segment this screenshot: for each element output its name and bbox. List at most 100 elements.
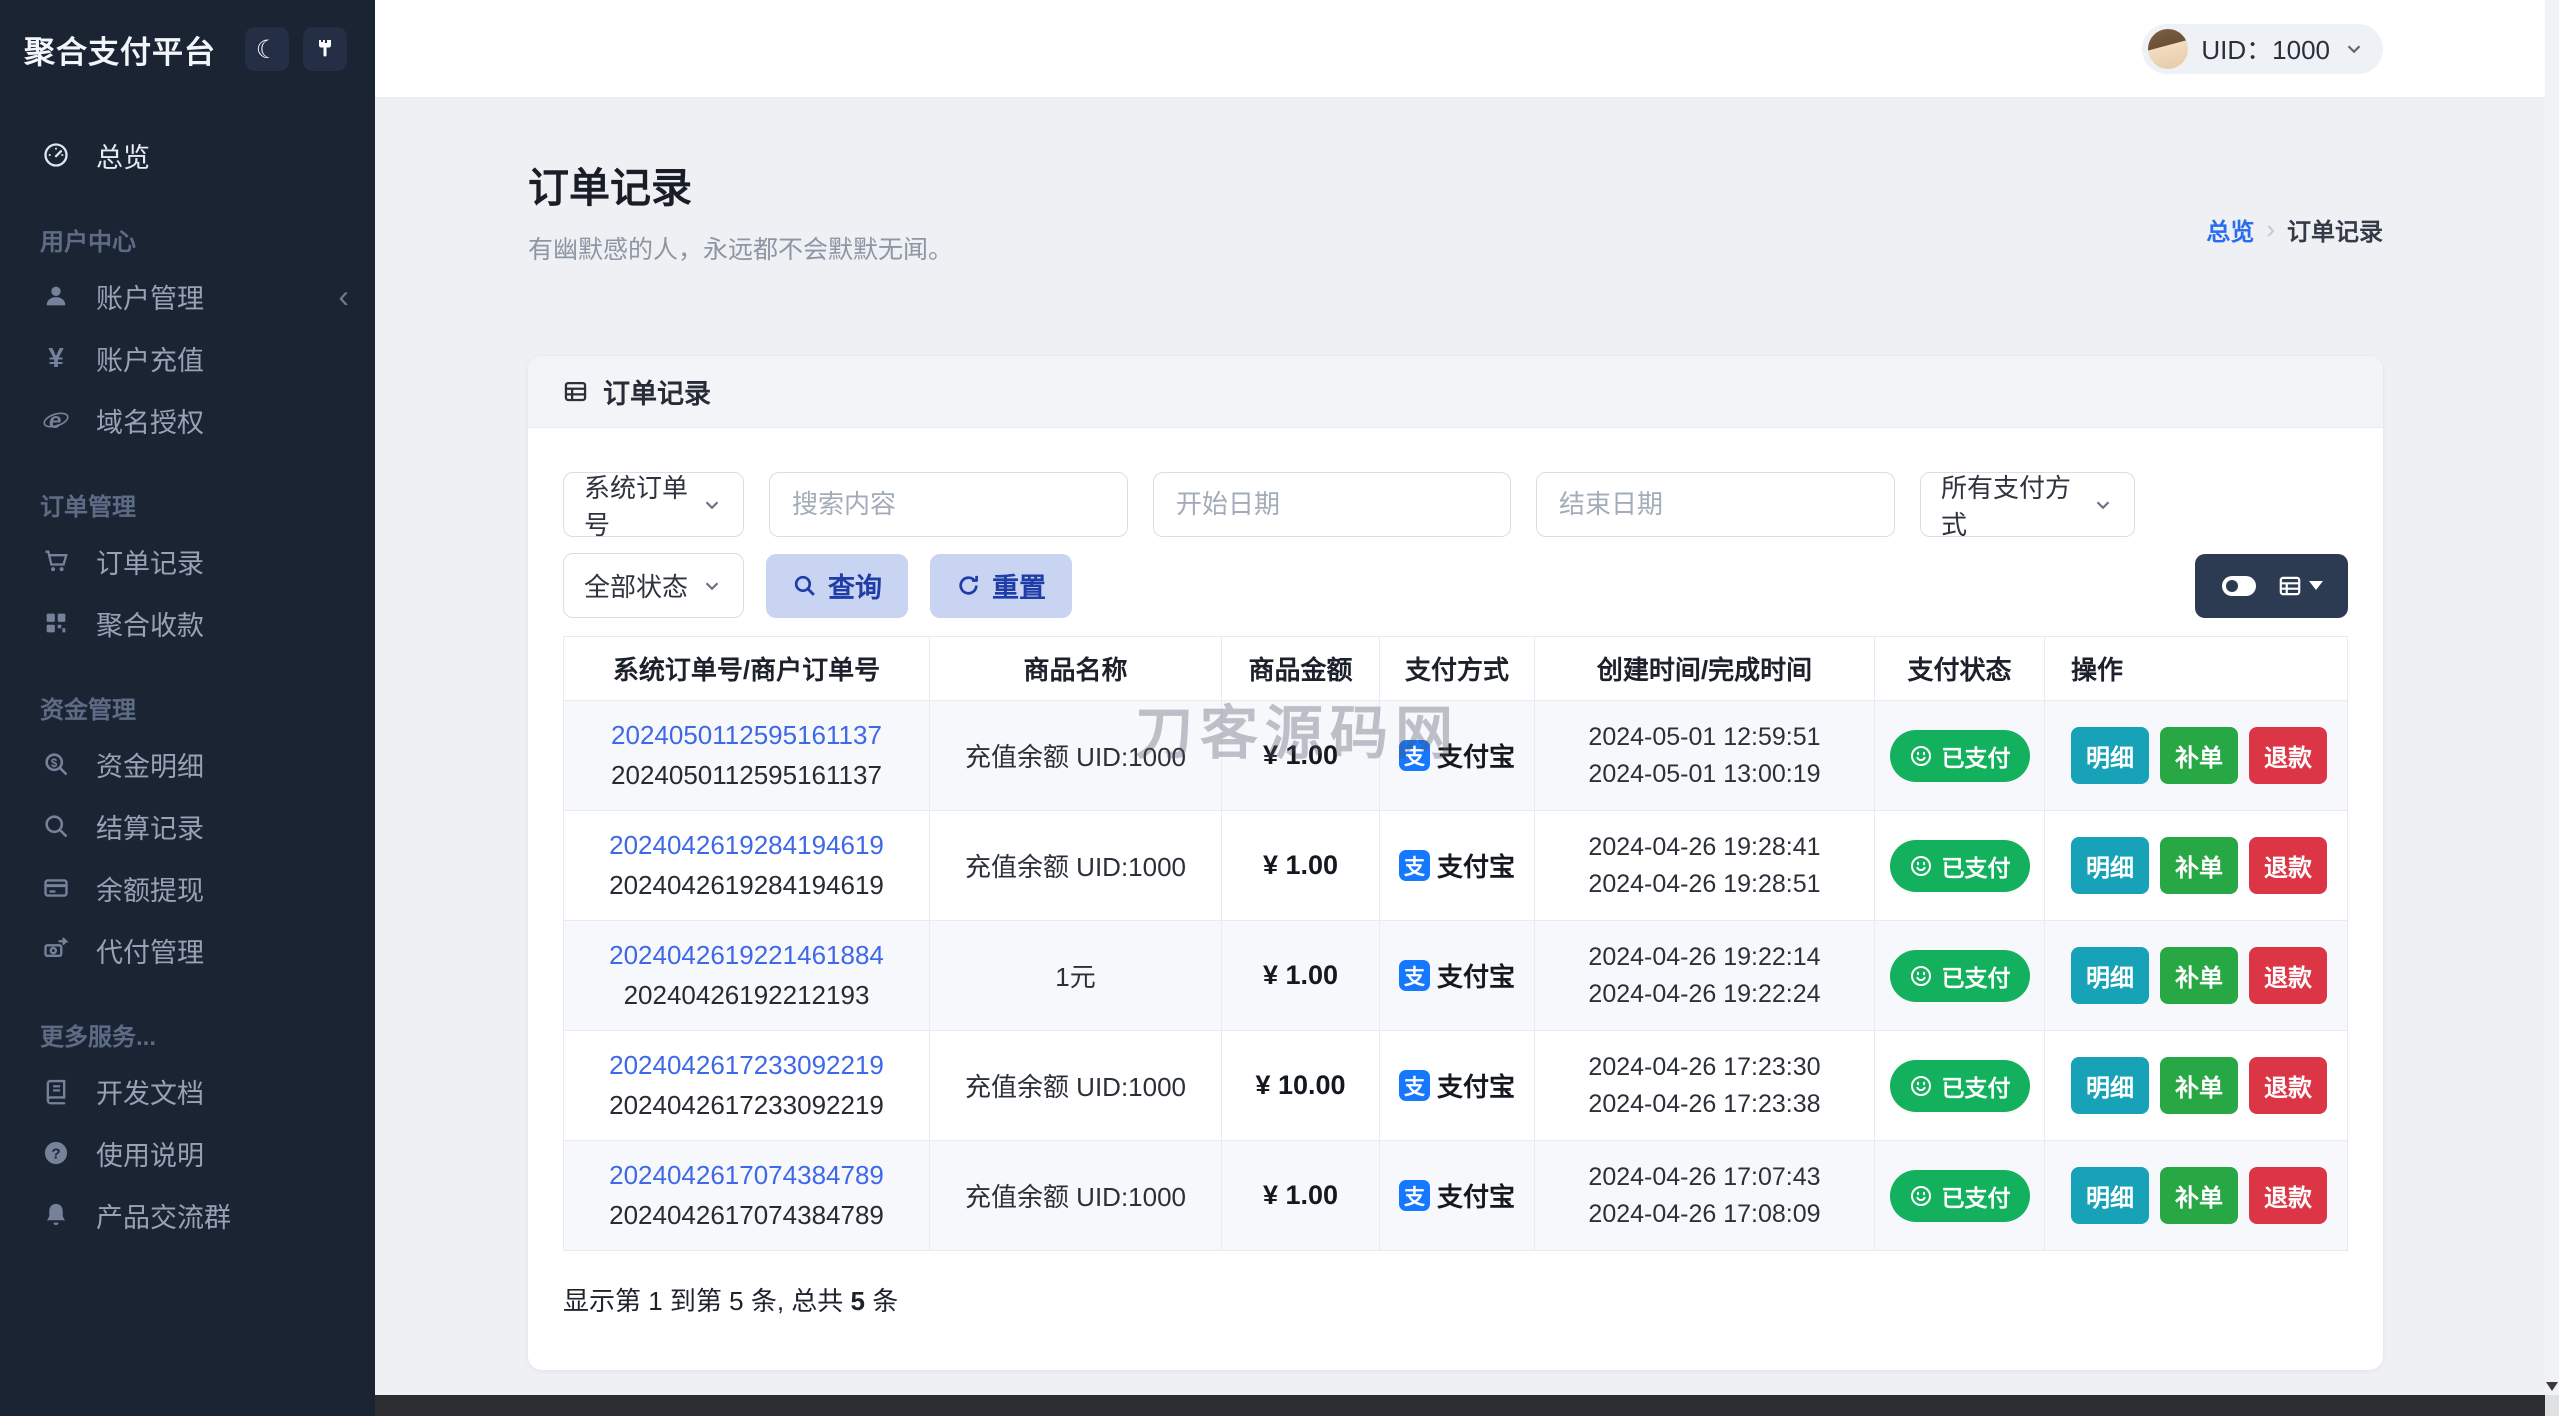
refund-button[interactable]: 退款 [2249, 947, 2327, 1004]
refund-button[interactable]: 退款 [2249, 837, 2327, 894]
completed-time: 2024-05-01 13:00:19 [1588, 759, 1821, 788]
sidebar-item-order-records[interactable]: 订单记录 [0, 530, 375, 592]
sidebar-section-more-services: 更多服务... [40, 1024, 157, 1051]
order-records-card: 订单记录 系统订单号 所有支付方式 [528, 356, 2383, 1370]
system-order-link[interactable]: 2024042617074384789 [564, 1160, 929, 1191]
sidebar-item-overview[interactable]: 总览 [0, 124, 375, 186]
order-number-type-select[interactable]: 系统订单号 [563, 472, 744, 540]
system-order-link[interactable]: 2024042617233092219 [564, 1050, 929, 1081]
order-times: 2024-04-26 19:22:14 2024-04-26 19:22:24 [1534, 920, 1875, 1031]
product-amount: ¥ 1.00 [1221, 810, 1380, 921]
sidebar-item-settlement-records[interactable]: 结算记录 [0, 795, 375, 857]
reissue-button[interactable]: 补单 [2160, 1057, 2238, 1114]
sidebar-item-domain-authorization[interactable]: e 域名授权 [0, 389, 375, 451]
scroll-down-arrow-icon [2546, 1382, 2558, 1391]
payment-method: 支 支付宝 [1398, 957, 1515, 994]
sidebar-section-order-management: 订单管理 [40, 494, 136, 521]
query-button[interactable]: 查询 [766, 553, 908, 618]
reissue-button[interactable]: 补单 [2160, 1167, 2238, 1224]
globe-icon: e [40, 406, 72, 434]
payment-method-select[interactable]: 所有支付方式 [1920, 472, 2135, 540]
merchant-order-number: 2024042619284194619 [609, 870, 884, 900]
reissue-button[interactable]: 补单 [2160, 727, 2238, 784]
table-row: 2024042619221461884 20240426192212193 1元… [563, 920, 2348, 1031]
order-times: 2024-05-01 12:59:51 2024-05-01 13:00:19 [1534, 700, 1875, 811]
reissue-button[interactable]: 补单 [2160, 837, 2238, 894]
status-badge: 已支付 [1889, 1169, 2030, 1222]
refund-button[interactable]: 退款 [2249, 1167, 2327, 1224]
vertical-scrollbar[interactable] [2545, 0, 2559, 1395]
dashboard-icon [40, 141, 72, 169]
column-header: 支付状态 [1874, 636, 2045, 701]
detail-button[interactable]: 明细 [2071, 727, 2149, 784]
detail-button[interactable]: 明细 [2071, 837, 2149, 894]
end-date-input[interactable] [1536, 472, 1895, 537]
qrcode-icon [40, 609, 72, 637]
dark-mode-button[interactable]: ☾ [245, 27, 289, 71]
created-time: 2024-04-26 17:07:43 [1588, 1163, 1821, 1192]
completed-time: 2024-04-26 17:23:38 [1588, 1089, 1821, 1118]
alipay-icon: 支 [1398, 740, 1430, 771]
system-order-link[interactable]: 2024042619221461884 [564, 940, 929, 971]
card-header: 订单记录 [528, 356, 2383, 428]
payment-method: 支 支付宝 [1398, 1067, 1515, 1104]
sidebar-item-product-chat-group[interactable]: 产品交流群 [0, 1184, 375, 1246]
theme-button[interactable] [303, 27, 347, 71]
app-window: 聚合支付平台 ☾ 总览 用户中心 账户管理 ‹ ¥ 账户充值 e 域名授权 订单… [0, 0, 2559, 1416]
merchant-order-number: 20240426192212193 [623, 980, 870, 1010]
sidebar-item-fund-details[interactable]: $ 资金明细 [0, 733, 375, 795]
scrollbar-corner [2545, 1395, 2559, 1416]
user-menu[interactable]: UID：1000 [2142, 23, 2383, 74]
system-order-link[interactable]: 2024042619284194619 [564, 830, 929, 861]
table-header-row: 系统订单号/商户订单号 商品名称 商品金额 支付方式 创建时间/完成时间 支付状态 操作 [563, 636, 2348, 701]
row-actions: 明细 补单 退款 [2071, 1167, 2327, 1224]
svg-text:e: e [49, 408, 61, 433]
payment-method: 支 支付宝 [1398, 1177, 1515, 1214]
sidebar-item-aggregated-collection[interactable]: 聚合收款 [0, 592, 375, 654]
payment-method: 支 支付宝 [1398, 847, 1515, 884]
search-icon [40, 812, 72, 840]
detail-button[interactable]: 明细 [2071, 1057, 2149, 1114]
refund-button[interactable]: 退款 [2249, 1057, 2327, 1114]
search-dollar-icon: $ [40, 750, 72, 778]
breadcrumb-overview-link[interactable]: 总览 [2206, 212, 2254, 247]
table-icon [564, 381, 587, 402]
uid-label: UID：1000 [2201, 35, 2330, 65]
product-name: 充值余额 UID:1000 [929, 1140, 1222, 1251]
yen-icon: ¥ [48, 342, 64, 373]
smiley-icon [1910, 1075, 1931, 1096]
start-date-input[interactable] [1153, 472, 1511, 537]
columns-dropdown-button[interactable] [2277, 573, 2323, 599]
table-row: 2024042617233092219 2024042617233092219 … [563, 1030, 2348, 1141]
sidebar-item-payout-management[interactable]: 代付管理 [0, 919, 375, 981]
detail-button[interactable]: 明细 [2071, 947, 2149, 1004]
sidebar-nav: 总览 用户中心 账户管理 ‹ ¥ 账户充值 e 域名授权 订单管理 订单记录 聚… [0, 98, 375, 1246]
detail-button[interactable]: 明细 [2071, 1167, 2149, 1224]
sidebar-section-user-center: 用户中心 [40, 229, 136, 256]
alipay-icon: 支 [1398, 1070, 1430, 1101]
refund-button[interactable]: 退款 [2249, 727, 2327, 784]
topbar: UID：1000 [375, 0, 2545, 98]
product-amount: ¥ 1.00 [1221, 920, 1380, 1031]
status-badge: 已支付 [1889, 949, 2030, 1002]
sidebar-item-account-recharge[interactable]: ¥ 账户充值 [0, 327, 375, 389]
table-view-controls [2195, 553, 2348, 618]
sidebar-item-account-management[interactable]: 账户管理 ‹ [0, 265, 375, 327]
reset-button[interactable]: 重置 [930, 553, 1072, 618]
chevron-down-icon [2096, 500, 2110, 509]
status-select[interactable]: 全部状态 [563, 553, 744, 618]
product-name: 充值余额 UID:1000 [929, 700, 1222, 811]
main-content: 订单记录 有幽默感的人，永远都不会默默无闻。 总览 › 订单记录 订单记录 系统… [375, 99, 2545, 1395]
caret-down-icon [2308, 581, 2323, 590]
toggle-view-button[interactable] [2221, 575, 2257, 597]
moon-icon: ☾ [255, 34, 279, 64]
reissue-button[interactable]: 补单 [2160, 947, 2238, 1004]
sidebar-item-dev-docs[interactable]: 开发文档 [0, 1060, 375, 1122]
sidebar-item-balance-withdrawal[interactable]: 余额提现 [0, 857, 375, 919]
system-order-link[interactable]: 2024050112595161137 [564, 720, 929, 751]
sidebar-item-usage-instructions[interactable]: ? 使用说明 [0, 1122, 375, 1184]
search-input[interactable] [769, 472, 1128, 537]
smiley-icon [1910, 855, 1931, 876]
horizontal-scrollbar[interactable] [375, 1395, 2545, 1416]
sidebar-logo-row: 聚合支付平台 ☾ [0, 0, 375, 98]
